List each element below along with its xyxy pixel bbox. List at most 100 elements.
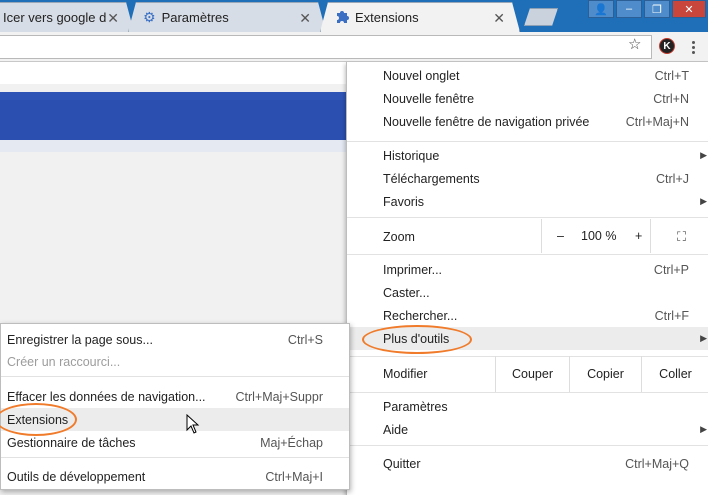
submenu-arrow-icon: ▶ [700,424,707,434]
shortcut-text: Ctrl+F [654,308,689,323]
shortcut-text: Ctrl+Maj+I [265,469,323,484]
zoom-out-button[interactable]: – [557,229,564,243]
menu-item-label: Extensions [7,412,69,427]
puzzle-icon [335,9,349,26]
menu-item-new-tab[interactable]: Nouvel onglet Ctrl+T [347,64,708,87]
shortcut-text: Ctrl+S [287,332,323,347]
menu-item-edit: Modifier Couper Copier Coller [347,356,708,392]
menu-item-label: Paramètres [383,399,448,414]
gear-icon: ⚙ [143,9,156,25]
shortcut-text: Ctrl+T [654,68,689,83]
tab-extensions[interactable]: Extensions ✕ [320,2,520,32]
menu-item-label: Effacer les données de navigation... [7,389,206,404]
shortcut-text: Ctrl+Maj+Q [625,456,689,471]
copy-button[interactable]: Copier [569,356,641,392]
submenu-item-extensions[interactable]: Extensions [1,408,349,431]
menu-item-label: Téléchargements [383,171,480,186]
submenu-arrow-icon: ▶ [700,333,707,343]
tab-google[interactable]: Icer vers google d ✕ [0,2,134,32]
toolbar: ☆ [0,32,708,62]
shortcut-text: Ctrl+Maj+N [625,114,689,129]
menu-separator [347,445,708,446]
page-banner [0,100,346,140]
zoom-level: 100 % [581,229,617,243]
menu-item-label: Nouvelle fenêtre [383,91,475,106]
menu-item-downloads[interactable]: Téléchargements Ctrl+J [347,167,708,190]
tab-title: Extensions [355,10,419,25]
menu-separator [347,141,708,142]
close-icon[interactable]: ✕ [299,10,311,27]
bookmark-star-icon[interactable]: ☆ [628,35,641,53]
menu-item-label: Gestionnaire de tâches [7,435,136,450]
extension-avatar-icon[interactable]: K [659,38,675,54]
menu-separator [347,254,708,255]
menu-item-label: Créer un raccourci... [7,354,121,369]
user-icon[interactable]: 👤 [588,0,614,18]
menu-item-incognito[interactable]: Nouvelle fenêtre de navigation privée Ct… [347,110,708,133]
submenu-item-task-manager[interactable]: Gestionnaire de tâches Maj+Échap [1,431,349,454]
submenu-item-create-shortcut: Créer un raccourci... [1,350,349,373]
tab-title: Paramètres [161,10,229,25]
menu-item-label: Outils de développement [7,469,146,484]
tab-title: Icer vers google d [3,10,107,25]
submenu-arrow-icon: ▶ [700,150,707,160]
cut-button[interactable]: Couper [495,356,569,392]
menu-item-label: Favoris [383,194,424,209]
new-tab-button[interactable] [524,8,558,26]
menu-item-bookmarks[interactable]: Favoris ▶ [347,190,708,213]
submenu-item-clear-data[interactable]: Effacer les données de navigation... Ctr… [1,385,349,408]
close-window-icon[interactable]: ✕ [672,0,706,18]
close-icon[interactable]: ✕ [493,10,505,27]
menu-separator [347,392,708,393]
menu-item-label: Nouvel onglet [383,68,460,83]
avatar-letter: K [663,40,671,52]
main-menu: Nouvel onglet Ctrl+T Nouvelle fenêtre Ct… [346,62,708,495]
menu-item-label: Caster... [383,285,430,300]
menu-item-label: Rechercher... [383,308,458,323]
menu-item-find[interactable]: Rechercher... Ctrl+F [347,304,708,327]
menu-item-label: Plus d'outils [383,331,450,346]
submenu-item-dev-tools[interactable]: Outils de développement Ctrl+Maj+I [1,465,349,488]
menu-item-help[interactable]: Aide ▶ [347,418,708,441]
menu-item-label: Nouvelle fenêtre de navigation privée [383,114,590,129]
menu-item-new-window[interactable]: Nouvelle fenêtre Ctrl+N [347,87,708,110]
submenu-item-save-page[interactable]: Enregistrer la page sous... Ctrl+S [1,328,349,351]
menu-separator [1,376,349,377]
minimize-icon[interactable]: – [616,0,642,18]
menu-item-label: Zoom [383,229,415,244]
menu-separator [1,457,349,458]
more-tools-submenu: Enregistrer la page sous... Ctrl+S Créer… [0,323,350,490]
shortcut-text: Maj+Échap [260,435,323,450]
close-icon[interactable]: ✕ [107,10,119,27]
menu-separator [347,217,708,218]
window-controls: 👤 – ❐ ✕ [588,0,706,18]
shortcut-text: Ctrl+J [656,171,689,186]
page-banner-top [0,92,346,100]
address-bar[interactable] [0,35,652,59]
menu-item-label: Imprimer... [383,262,443,277]
menu-item-zoom: Zoom – 100 % + ⛶ [347,219,708,253]
menu-kebab-icon[interactable] [684,38,702,56]
tab-settings[interactable]: ⚙ Paramètres ✕ [128,2,326,32]
submenu-arrow-icon: ▶ [700,196,707,206]
menu-item-label: Modifier [383,366,428,381]
menu-item-label: Enregistrer la page sous... [7,332,153,347]
menu-item-more-tools[interactable]: Plus d'outils ▶ [347,327,708,350]
menu-item-quit[interactable]: Quitter Ctrl+Maj+Q [347,452,708,475]
menu-item-print[interactable]: Imprimer... Ctrl+P [347,258,708,281]
paste-button[interactable]: Coller [641,356,708,392]
menu-item-label: Quitter [383,456,421,471]
menu-item-cast[interactable]: Caster... [347,281,708,304]
tab-strip: Icer vers google d ✕ ⚙ Paramètres ✕ Exte… [0,0,708,32]
fullscreen-icon[interactable]: ⛶ [677,229,686,245]
mouse-cursor-icon [186,414,200,434]
shortcut-text: Ctrl+Maj+Suppr [235,389,323,404]
menu-item-settings[interactable]: Paramètres [347,395,708,418]
zoom-in-button[interactable]: + [635,229,642,243]
page-header [0,62,346,84]
menu-item-label: Aide [383,422,409,437]
shortcut-text: Ctrl+P [653,262,689,277]
menu-item-history[interactable]: Historique ▶ [347,144,708,167]
restore-icon[interactable]: ❐ [644,0,670,18]
menu-item-label: Historique [383,148,440,163]
